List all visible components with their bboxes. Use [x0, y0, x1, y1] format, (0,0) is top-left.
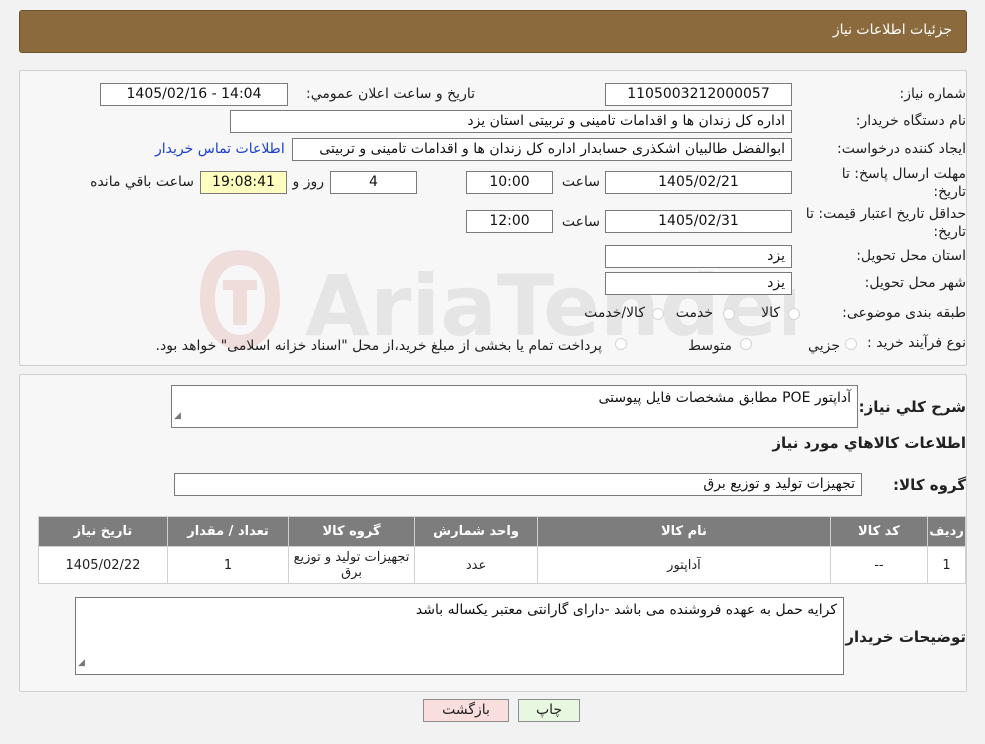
column-header-row-number: رديف [927, 516, 966, 547]
goods-group-label: گروه کالا: [893, 476, 966, 494]
city-label: شهر محل تحويل: [864, 275, 966, 291]
column-header-quantity: تعداد / مقدار [166, 516, 290, 547]
days-remaining-field[interactable]: 4 [330, 171, 417, 194]
days-label: روز و [292, 174, 325, 190]
remaining-time-label: ساعت باقي مانده [90, 174, 194, 190]
deadline-time-label: ساعت [561, 174, 600, 190]
need-number-label: شماره نیاز: [899, 86, 967, 102]
back-button[interactable]: بازگشت [423, 699, 509, 722]
category-option-goods: کالا [761, 305, 780, 321]
buyer-org-field[interactable]: اداره کل زندان ها و اقدامات تامینی و ترب… [230, 110, 792, 133]
province-field[interactable]: یزد [605, 245, 792, 268]
buyer-notes-text: کرایه حمل به عهده فروشنده می باشد -دارای… [415, 602, 837, 618]
province-label: استان محل تحويل: [856, 248, 966, 264]
goods-table: رديف کد کالا نام کالا واحد شمارش گروه کا… [38, 516, 966, 584]
column-header-unit: واحد شمارش [413, 516, 539, 547]
deadline-label-line1: مهلت ارسال پاسخ: تا [841, 166, 966, 182]
goods-group-field[interactable]: تجهیزات تولید و توزیع برق [174, 473, 862, 496]
category-radio-service[interactable] [723, 308, 735, 320]
cell-need-date: 1405/02/22 [38, 546, 168, 584]
column-header-group: گروه کالا [288, 516, 415, 547]
deadline-time-field[interactable]: 10:00 [466, 171, 553, 194]
cell-row-number: 1 [927, 546, 966, 584]
column-header-item-name: نام کالا [537, 516, 831, 547]
deadline-date-field[interactable]: 1405/02/21 [605, 171, 792, 194]
announce-datetime-field[interactable]: 1405/02/16 - 14:04 [100, 83, 288, 106]
need-number-field[interactable]: 1105003212000057 [605, 83, 792, 106]
process-type-label: نوع فرآيند خريد : [867, 335, 966, 351]
page-header: جزئیات اطلاعات نیاز [19, 10, 967, 53]
buyer-notes-label: توضيحات خريدار: [839, 628, 966, 646]
buyer-contact-link[interactable]: اطلاعات تماس خريدار [155, 141, 285, 157]
column-header-item-code: کد کالا [829, 516, 929, 547]
validity-label-line2: تاريخ: [933, 224, 966, 240]
category-radio-goods-service[interactable] [652, 308, 664, 320]
creator-field[interactable]: ابوالفضل طالبیان اشکذری حسابدار اداره کل… [292, 138, 792, 161]
buyer-org-label: نام دستگاه خريدار: [855, 113, 966, 129]
deadline-label-line2: تاريخ: [933, 184, 966, 200]
table-header-row: رديف کد کالا نام کالا واحد شمارش گروه کا… [38, 516, 966, 547]
category-radio-goods[interactable] [788, 308, 800, 320]
validity-time-label: ساعت [561, 214, 600, 230]
cell-quantity: 1 [166, 546, 290, 584]
resize-grip-icon[interactable]: ◢ [174, 406, 181, 426]
description-label: شرح کلي نياز: [858, 398, 966, 416]
remaining-time-field: 19:08:41 [200, 171, 287, 194]
creator-label: ايجاد کننده درخواست: [837, 141, 966, 157]
process-note: پرداخت تمام یا بخشی از مبلغ خرید،از محل … [155, 338, 602, 354]
process-option-medium: متوسط [688, 338, 732, 354]
process-radio-minor[interactable] [845, 338, 857, 350]
validity-date-field[interactable]: 1405/02/31 [605, 210, 792, 233]
cell-group: تجهیزات تولید و توزیع برق [288, 546, 415, 584]
process-radio-medium[interactable] [740, 338, 752, 350]
cell-unit: عدد [413, 546, 539, 584]
buyer-notes-field[interactable]: کرایه حمل به عهده فروشنده می باشد -دارای… [75, 597, 844, 675]
description-text: آداپتور POE مطابق مشخصات فایل پیوستی [598, 390, 851, 406]
print-button[interactable]: چاپ [518, 699, 580, 722]
announce-datetime-label: تاريخ و ساعت اعلان عمومي: [306, 86, 475, 102]
validity-time-field[interactable]: 12:00 [466, 210, 553, 233]
resize-grip-icon[interactable]: ◢ [78, 653, 85, 673]
process-radio-treasury[interactable] [615, 338, 627, 350]
category-label: طبقه بندی موضوعی: [842, 305, 966, 321]
goods-section-title: اطلاعات کالاهاي مورد نياز [772, 434, 966, 452]
category-option-service: خدمت [675, 305, 713, 321]
column-header-need-date: تاريخ نياز [38, 516, 168, 547]
page-title: جزئیات اطلاعات نیاز [832, 22, 952, 38]
cell-item-name: آداپتور [537, 546, 831, 584]
process-option-minor: جزيي [808, 338, 840, 354]
table-row[interactable]: 1 -- آداپتور عدد تجهیزات تولید و توزیع ب… [38, 546, 966, 584]
category-option-goods-service: کالا/خدمت [584, 305, 645, 321]
city-field[interactable]: یزد [605, 272, 792, 295]
cell-item-code: -- [829, 546, 929, 584]
validity-label-line1: حداقل تاريخ اعتبار قيمت: تا [805, 206, 966, 222]
description-field[interactable]: آداپتور POE مطابق مشخصات فایل پیوستی ◢ [171, 385, 858, 428]
